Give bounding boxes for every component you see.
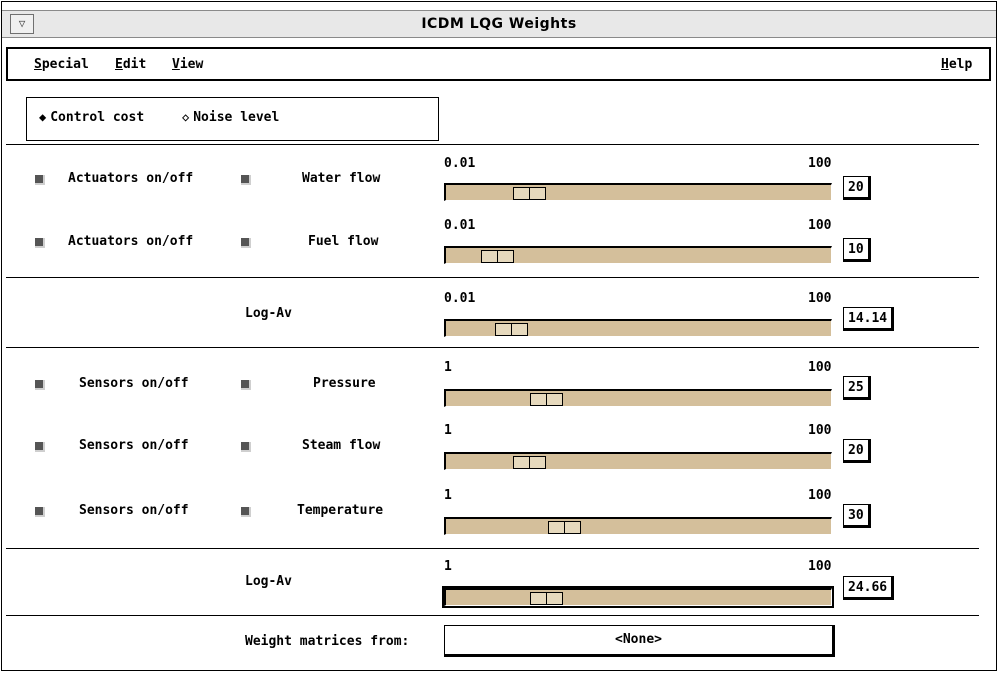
window-title: ICDM LQG Weights xyxy=(421,16,577,32)
menu-special-label: pecial xyxy=(41,57,89,72)
actuator-onoff-label: Actuators on/off xyxy=(68,171,194,186)
weight-matrices-label: Weight matrices from: xyxy=(245,634,410,649)
menu-edit-label: dit xyxy=(122,57,147,72)
steam-flow-value[interactable]: 20 xyxy=(843,439,871,463)
slider-thumb[interactable] xyxy=(513,187,546,200)
fuel-flow-value[interactable]: 10 xyxy=(843,238,871,262)
slider-thumb[interactable] xyxy=(481,250,514,263)
sensor-onoff-checkbox[interactable] xyxy=(35,442,45,452)
temperature-slider[interactable] xyxy=(444,517,832,535)
fuel-flow-checkbox[interactable] xyxy=(241,238,251,248)
control-cost-label: Control cost xyxy=(50,110,145,125)
water-flow-min: 0.01 xyxy=(444,156,476,171)
fuel-flow-max: 100 xyxy=(808,218,832,233)
water-flow-max: 100 xyxy=(808,156,832,171)
sensor-logav-slider[interactable] xyxy=(442,586,834,608)
menu-edit[interactable]: Edit xyxy=(115,57,146,72)
radio-selected-icon: ◆ xyxy=(39,110,47,124)
radio-unselected-icon: ◇ xyxy=(182,110,190,124)
sensor-onoff-label: Sensors on/off xyxy=(79,438,189,453)
menu-special-mnemonic: S xyxy=(34,57,42,72)
sensor-onoff-label: Sensors on/off xyxy=(79,376,189,391)
temperature-checkbox[interactable] xyxy=(241,507,251,517)
pressure-slider[interactable] xyxy=(444,389,832,407)
pressure-value[interactable]: 25 xyxy=(843,376,871,400)
water-flow-value[interactable]: 20 xyxy=(843,176,871,200)
menu-help[interactable]: Help xyxy=(941,57,972,72)
temperature-value[interactable]: 30 xyxy=(843,504,871,528)
mode-radio-group: ◆ Control cost ◇ Noise level xyxy=(26,97,439,141)
steam-flow-label: Steam flow xyxy=(302,438,381,453)
steam-flow-slider[interactable] xyxy=(444,452,832,470)
sensor-logav-max: 100 xyxy=(808,559,832,574)
slider-thumb[interactable] xyxy=(495,323,528,336)
actuator-logav-max: 100 xyxy=(808,291,832,306)
control-cost-radio[interactable]: ◆ Control cost xyxy=(39,110,144,125)
divider xyxy=(6,277,979,278)
sensor-onoff-label: Sensors on/off xyxy=(79,503,189,518)
menu-edit-mnemonic: E xyxy=(115,57,123,72)
steam-flow-min: 1 xyxy=(444,423,452,438)
divider xyxy=(6,347,979,348)
temperature-max: 100 xyxy=(808,488,832,503)
water-flow-label: Water flow xyxy=(302,171,381,186)
actuator-logav-slider[interactable] xyxy=(444,319,832,337)
sensor-logav-label: Log-Av xyxy=(245,574,292,589)
menu-view-mnemonic: V xyxy=(172,57,180,72)
water-flow-slider[interactable] xyxy=(444,183,832,201)
slider-thumb[interactable] xyxy=(530,592,563,605)
actuator-logav-label: Log-Av xyxy=(245,306,292,321)
slider-thumb[interactable] xyxy=(513,456,546,469)
fuel-flow-min: 0.01 xyxy=(444,218,476,233)
menu-view[interactable]: View xyxy=(172,57,203,72)
actuator-logav-value[interactable]: 14.14 xyxy=(843,307,895,331)
pressure-label: Pressure xyxy=(313,376,376,391)
divider xyxy=(6,144,979,145)
divider xyxy=(6,615,979,616)
menu-help-mnemonic: H xyxy=(941,57,949,72)
actuator-logav-min: 0.01 xyxy=(444,291,476,306)
menu-bar: Special Edit View Help xyxy=(6,47,991,81)
actuator-onoff-checkbox[interactable] xyxy=(35,238,45,248)
steam-flow-max: 100 xyxy=(808,423,832,438)
icdm-lqg-weights-window: ▽ ICDM LQG Weights Special Edit View Hel… xyxy=(1,1,997,671)
noise-level-label: Noise level xyxy=(193,110,280,125)
sensor-logav-value[interactable]: 24.66 xyxy=(843,576,895,600)
noise-level-radio[interactable]: ◇ Noise level xyxy=(182,110,279,125)
menu-view-label: iew xyxy=(179,57,204,72)
actuator-onoff-checkbox[interactable] xyxy=(35,175,45,185)
sensor-logav-min: 1 xyxy=(444,559,452,574)
slider-thumb[interactable] xyxy=(530,393,563,406)
divider xyxy=(6,548,979,549)
steam-flow-checkbox[interactable] xyxy=(241,442,251,452)
water-flow-checkbox[interactable] xyxy=(241,175,251,185)
fuel-flow-label: Fuel flow xyxy=(308,234,379,249)
title-bar[interactable]: ▽ ICDM LQG Weights xyxy=(2,10,996,38)
pressure-min: 1 xyxy=(444,360,452,375)
sensor-onoff-checkbox[interactable] xyxy=(35,380,45,390)
menu-special[interactable]: Special xyxy=(34,57,89,72)
menu-help-label: elp xyxy=(948,57,973,72)
weight-matrices-selector[interactable]: <None> xyxy=(444,625,835,657)
pressure-checkbox[interactable] xyxy=(241,380,251,390)
temperature-min: 1 xyxy=(444,488,452,503)
fuel-flow-slider[interactable] xyxy=(444,246,832,264)
pressure-max: 100 xyxy=(808,360,832,375)
actuator-onoff-label: Actuators on/off xyxy=(68,234,194,249)
temperature-label: Temperature xyxy=(297,503,384,518)
sensor-onoff-checkbox[interactable] xyxy=(35,507,45,517)
slider-thumb[interactable] xyxy=(548,521,581,534)
